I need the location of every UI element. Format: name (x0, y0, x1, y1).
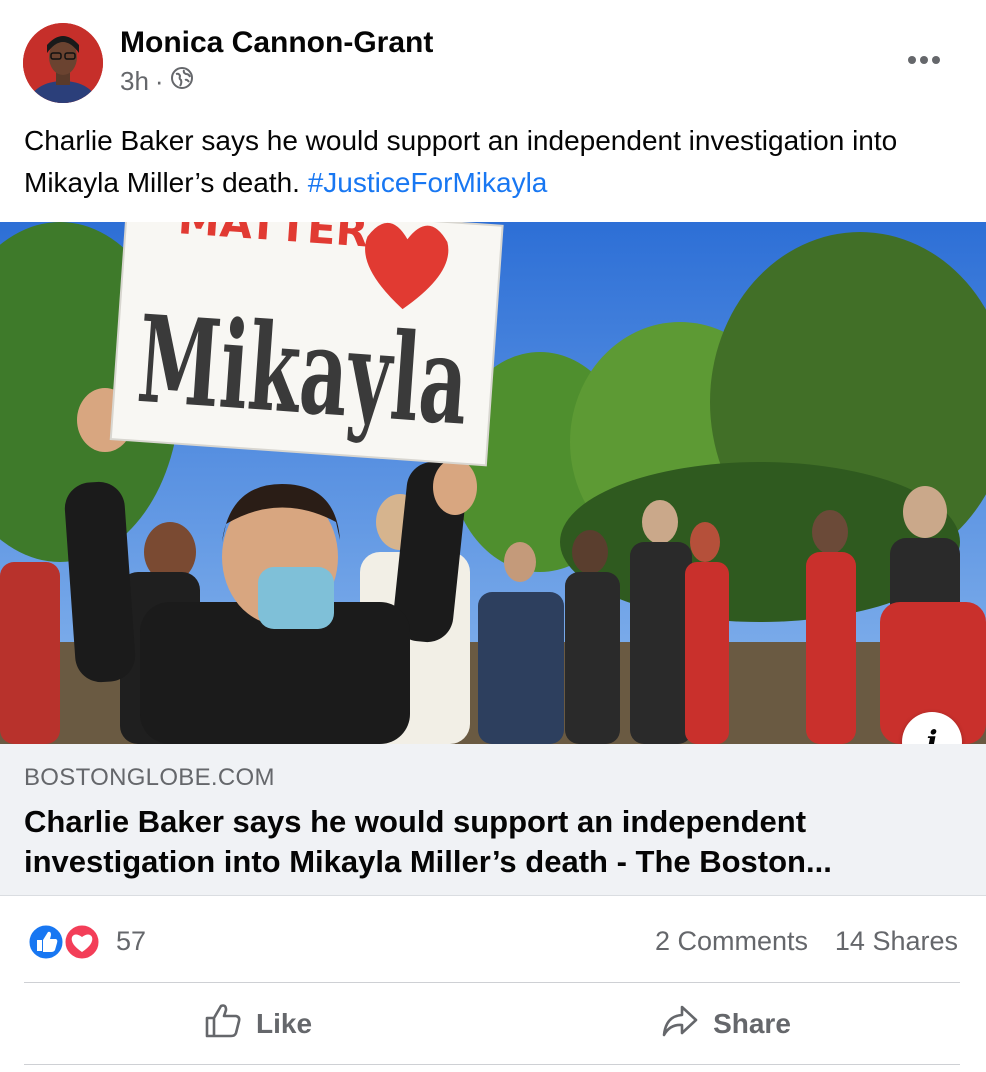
link-preview[interactable]: BOSTONGLOBE.COM Charlie Baker says he wo… (0, 744, 986, 896)
author-name[interactable]: Monica Cannon-Grant (120, 26, 433, 60)
thumbs-up-icon (204, 1003, 242, 1046)
post-text: Charlie Baker says he would support an i… (24, 120, 964, 204)
hashtag-link[interactable]: #JusticeForMikayla (308, 167, 548, 198)
comment-count[interactable]: 2 Comments (655, 926, 808, 957)
divider (24, 1064, 960, 1065)
engagement-summary: 57 2 Comments 14 Shares (0, 912, 986, 972)
meta-separator: · (154, 66, 164, 96)
link-title[interactable]: Charlie Baker says he would support an i… (24, 802, 964, 882)
sign-main-text: Mikayla (133, 289, 472, 453)
avatar[interactable] (23, 23, 103, 103)
like-label: Like (255, 1008, 313, 1039)
post-time[interactable]: 3h (120, 66, 149, 97)
divider (24, 982, 960, 983)
post-meta: 3h · (120, 66, 194, 97)
reaction-count[interactable]: 57 (116, 926, 146, 957)
more-horizontal-icon[interactable] (902, 44, 946, 76)
reaction-icons[interactable] (26, 922, 102, 962)
share-label: Share (713, 1008, 791, 1039)
like-button[interactable]: Like (24, 984, 492, 1064)
link-domain: BOSTONGLOBE.COM (24, 764, 275, 791)
share-count[interactable]: 14 Shares (835, 926, 958, 957)
share-arrow-icon (661, 1004, 699, 1045)
globe-icon[interactable] (170, 66, 194, 97)
action-bar: Like Share (24, 984, 960, 1064)
post-image[interactable]: MATTER Mikayla (0, 222, 986, 744)
post-header: Monica Cannon-Grant 3h · (0, 0, 986, 110)
share-button[interactable]: Share (492, 984, 960, 1064)
